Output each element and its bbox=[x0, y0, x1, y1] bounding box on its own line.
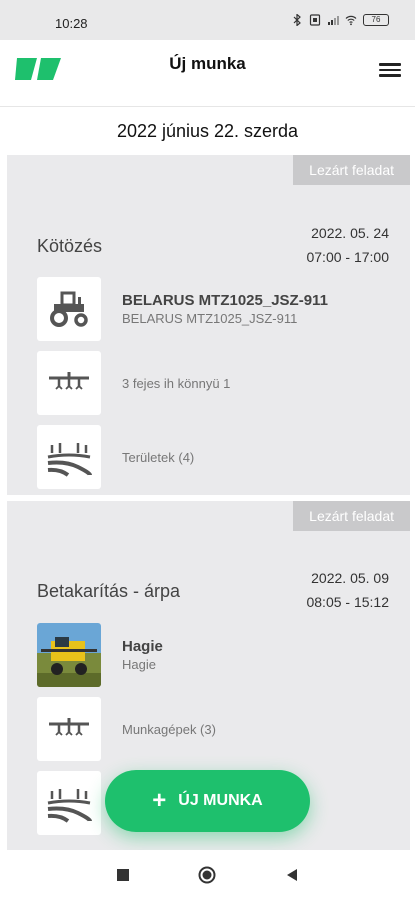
status-time: 10:28 bbox=[55, 16, 88, 31]
task-list: Lezárt feladat Kötözés 2022. 05. 24 07:0… bbox=[7, 155, 410, 850]
sprayer-icon bbox=[37, 351, 101, 415]
back-icon[interactable] bbox=[285, 868, 299, 882]
hamburger-menu-icon[interactable] bbox=[379, 60, 401, 78]
status-badge: Lezárt feladat bbox=[293, 155, 410, 185]
task-date-block: 2022. 05. 24 07:00 - 17:00 bbox=[306, 221, 389, 269]
bluetooth-icon bbox=[293, 14, 301, 26]
new-job-button[interactable]: + ÚJ MUNKA bbox=[105, 770, 310, 832]
app-header: Új munka bbox=[0, 40, 415, 107]
machine-name: Hagie bbox=[122, 638, 163, 655]
task-date-block: 2022. 05. 09 08:05 - 15:12 bbox=[306, 566, 389, 614]
battery-icon: 76 bbox=[363, 14, 389, 26]
signal-icon bbox=[328, 16, 339, 25]
wifi-icon bbox=[345, 15, 357, 26]
task-time: 07:00 - 17:00 bbox=[306, 249, 389, 265]
fields-row[interactable] bbox=[37, 771, 101, 835]
implement-name: Munkagépek (3) bbox=[122, 721, 216, 737]
machine-row[interactable]: Hagie Hagie bbox=[37, 623, 163, 687]
system-nav-bar bbox=[0, 850, 415, 900]
implement-row[interactable]: Munkagépek (3) bbox=[37, 697, 216, 761]
page-title: Új munka bbox=[169, 54, 246, 73]
field-icon bbox=[37, 771, 101, 835]
status-bar: 10:28 76 bbox=[0, 0, 415, 40]
task-date: 2022. 05. 09 bbox=[311, 570, 389, 586]
task-time: 08:05 - 15:12 bbox=[306, 594, 389, 610]
implement-name: 3 fejes ih könnyü 1 bbox=[122, 375, 231, 391]
fields-row[interactable]: Területek (4) bbox=[37, 425, 194, 489]
field-icon bbox=[37, 425, 101, 489]
status-icons: 76 bbox=[291, 14, 389, 26]
sim-icon bbox=[309, 14, 321, 26]
date-heading: 2022 június 22. szerda bbox=[116, 121, 299, 141]
task-card[interactable]: Lezárt feladat Kötözés 2022. 05. 24 07:0… bbox=[7, 155, 410, 495]
machine-name: BELARUS MTZ1025_JSZ-911 bbox=[122, 292, 328, 309]
task-date: 2022. 05. 24 bbox=[311, 225, 389, 241]
machine-row[interactable]: BELARUS MTZ1025_JSZ-911 BELARUS MTZ1025_… bbox=[37, 277, 328, 341]
machine-sub: BELARUS MTZ1025_JSZ-911 bbox=[122, 311, 298, 326]
recent-apps-icon[interactable] bbox=[116, 868, 130, 882]
task-title: Betakarítás - árpa bbox=[37, 581, 181, 601]
tractor-icon bbox=[37, 277, 101, 341]
machine-photo bbox=[37, 623, 101, 687]
machine-sub: Hagie bbox=[122, 657, 156, 672]
sprayer-icon bbox=[37, 697, 101, 761]
status-badge: Lezárt feladat bbox=[293, 501, 410, 531]
plus-icon: + bbox=[152, 787, 167, 814]
new-job-label: ÚJ MUNKA bbox=[178, 792, 263, 809]
task-title: Kötözés bbox=[37, 236, 103, 256]
implement-row[interactable]: 3 fejes ih könnyü 1 bbox=[37, 351, 230, 415]
home-icon[interactable] bbox=[198, 866, 216, 884]
fields-count: Területek (4) bbox=[122, 449, 195, 465]
